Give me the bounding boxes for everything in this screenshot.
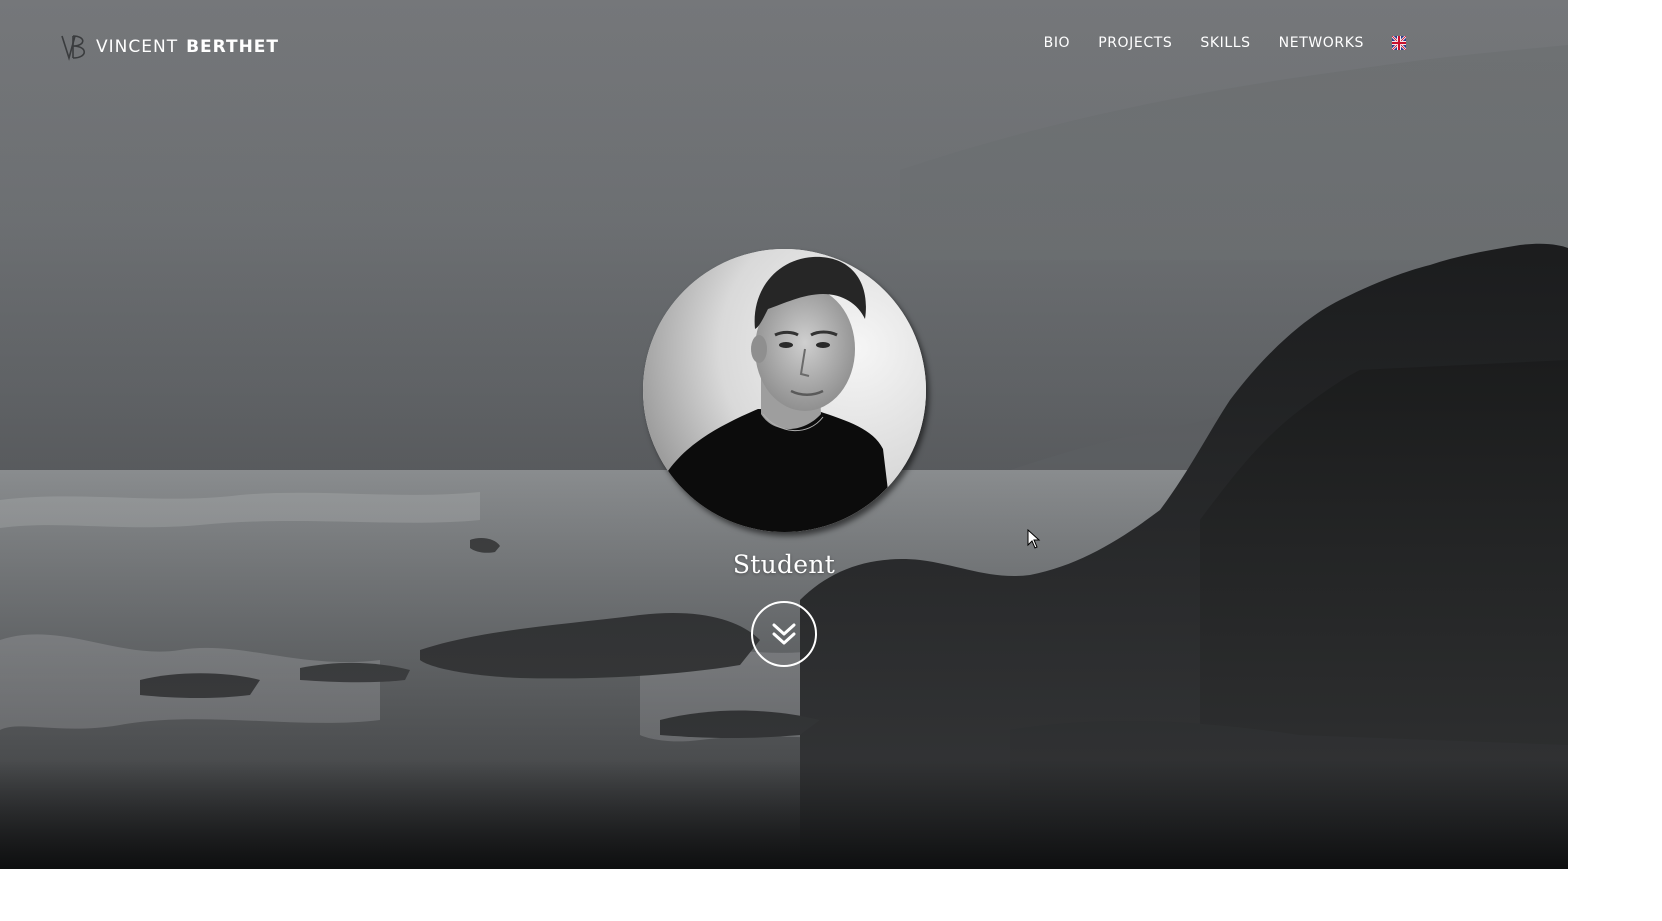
- profile-avatar: [643, 249, 926, 532]
- brand-last-name: BERTHET: [186, 37, 280, 57]
- nav-projects[interactable]: PROJECTS: [1084, 34, 1186, 52]
- nav-networks[interactable]: NETWORKS: [1265, 34, 1378, 52]
- brand-first-name: VINCENT: [96, 37, 179, 57]
- uk-flag-icon[interactable]: [1392, 36, 1406, 50]
- page-margin-right: [1568, 0, 1662, 921]
- nav-bio[interactable]: BIO: [1030, 34, 1085, 52]
- hero-section: VINCENT BERTHET BIO PROJECTS SKILLS NETW…: [0, 0, 1568, 869]
- scroll-down-button[interactable]: [751, 601, 817, 667]
- double-chevron-down-icon: [772, 623, 796, 645]
- vb-monogram-icon: [61, 35, 86, 61]
- page: VINCENT BERTHET BIO PROJECTS SKILLS NETW…: [0, 0, 1662, 921]
- hero-role-title: Student: [732, 550, 836, 579]
- profile-photo: [643, 249, 926, 532]
- main-nav: BIO PROJECTS SKILLS NETWORKS: [1030, 34, 1406, 52]
- brand-logo[interactable]: VINCENT BERTHET: [60, 32, 279, 62]
- nav-skills[interactable]: SKILLS: [1186, 34, 1264, 52]
- page-margin-bottom: [0, 869, 1568, 921]
- mouse-cursor-icon: [1027, 529, 1041, 549]
